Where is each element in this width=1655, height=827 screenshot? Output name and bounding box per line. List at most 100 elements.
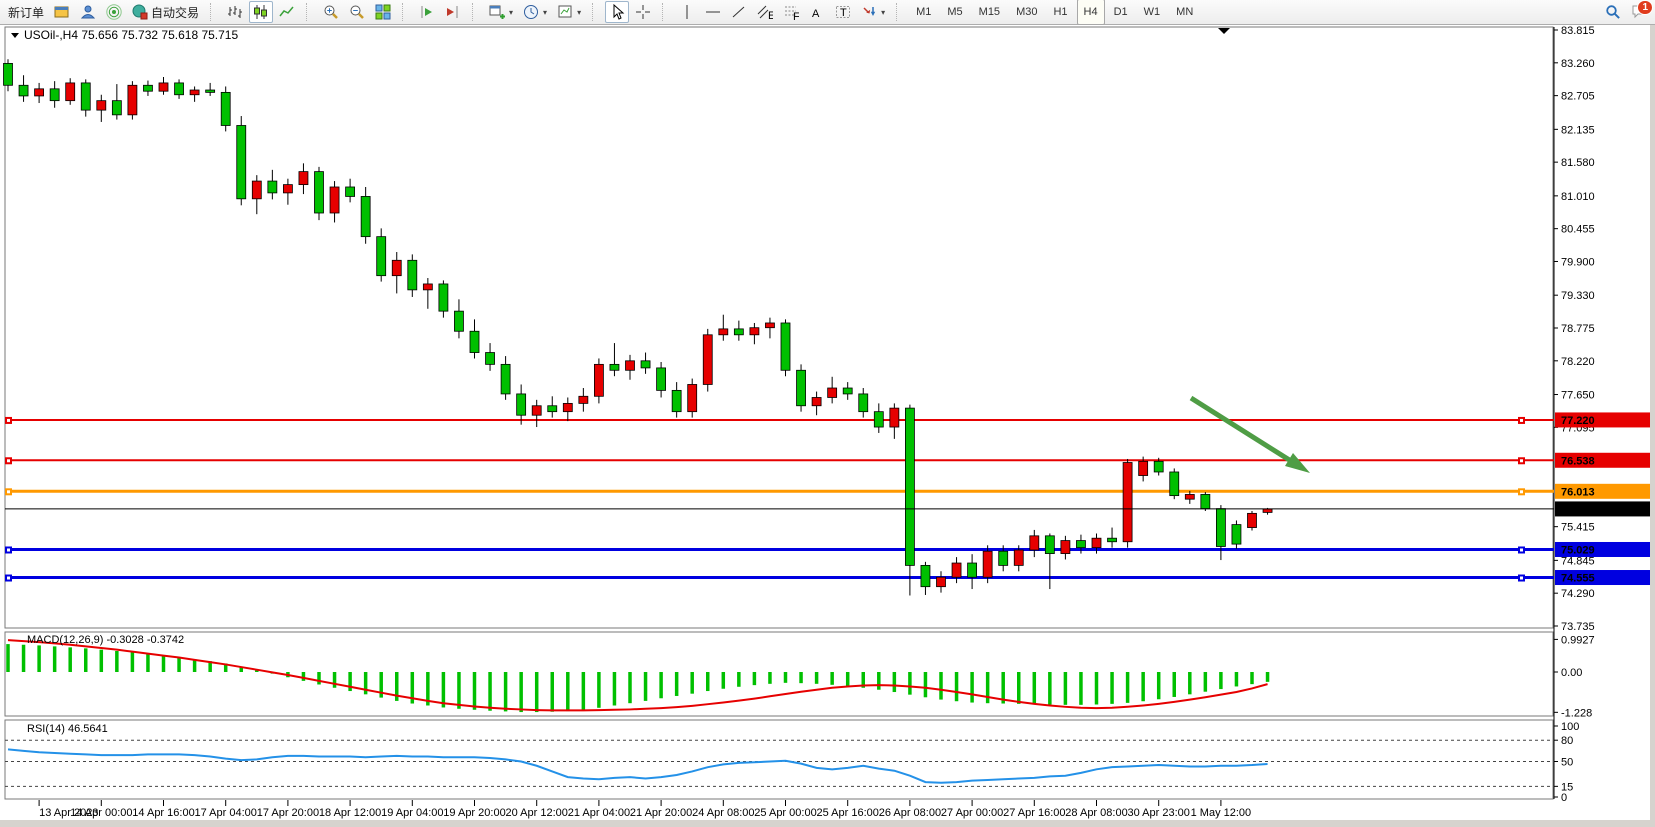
vertical-line-icon[interactable] (675, 1, 699, 23)
cursor-icon (609, 4, 625, 20)
tf-m5[interactable]: M5 (940, 0, 969, 25)
trendline-icon[interactable] (727, 1, 751, 23)
macd-panel[interactable] (5, 632, 1553, 716)
tf-m1[interactable]: M1 (909, 0, 938, 25)
line-anchor-center (7, 490, 10, 493)
search-icon[interactable] (1601, 1, 1625, 23)
templates-icon[interactable]: ▾ (553, 1, 585, 23)
tf-d1[interactable]: D1 (1107, 0, 1135, 25)
candle (1076, 541, 1085, 548)
zoom-out-icon[interactable] (345, 1, 369, 23)
arrows-icon[interactable]: ▾ (857, 1, 889, 23)
tf-mn[interactable]: MN (1169, 0, 1200, 25)
candle (905, 408, 914, 565)
market-watch-icon[interactable] (76, 1, 100, 23)
candle (423, 284, 432, 290)
candle (470, 331, 479, 352)
horizontal-line-icon[interactable] (701, 1, 725, 23)
time-axis[interactable] (5, 800, 1554, 819)
notification-count-badge: 1 (1637, 0, 1653, 15)
tf-m30[interactable]: M30 (1009, 0, 1044, 25)
auto-scroll-icon[interactable] (415, 1, 439, 23)
candle (221, 92, 230, 125)
signals-icon[interactable] (102, 1, 126, 23)
candle (812, 397, 821, 405)
toolbar-separator (472, 3, 480, 21)
candle (1248, 513, 1257, 527)
candle (97, 101, 106, 110)
tf-h4[interactable]: H4 (1077, 0, 1105, 25)
cursor-icon[interactable] (605, 1, 629, 23)
dropdown-caret-icon[interactable]: ▾ (577, 8, 581, 17)
line-anchor-center (7, 419, 10, 422)
candle (563, 403, 572, 411)
tf-m15[interactable]: M15 (972, 0, 1007, 25)
charts-icon[interactable] (50, 1, 74, 23)
auto-trading-button-label: 自动交易 (151, 4, 199, 21)
bar-chart-icon[interactable] (223, 1, 247, 23)
tf-m15-label: M15 (979, 6, 1000, 18)
new-order-button[interactable]: 新订单 (4, 1, 48, 23)
candle (874, 412, 883, 427)
candle (237, 125, 246, 198)
tf-w1[interactable]: W1 (1137, 0, 1168, 25)
candle (159, 83, 168, 91)
tf-d1-label: D1 (1114, 6, 1128, 18)
period-icon[interactable]: ▾ (519, 1, 551, 23)
toolbar-separator (306, 3, 314, 21)
candle (517, 394, 526, 415)
tf-h1[interactable]: H1 (1046, 0, 1074, 25)
line-chart-icon (279, 4, 295, 20)
candle (4, 63, 13, 85)
autotrade-icon (132, 4, 148, 20)
dropdown-caret-icon[interactable]: ▾ (881, 8, 885, 17)
trendline-icon (731, 4, 747, 20)
toolbar: 新订单 自动交易 ▾ ▾ ▾ EFA T ▾ M1 M5 M15 M30 H1 H4 D1 W1 MN 1 (0, 0, 1655, 25)
text-icon: A (809, 4, 825, 20)
notifications-icon[interactable]: 1 (1627, 1, 1651, 23)
dropdown-caret-icon[interactable]: ▾ (543, 8, 547, 17)
toolbar-separator (592, 3, 600, 21)
candle (486, 353, 495, 365)
tile-windows-icon[interactable] (371, 1, 395, 23)
tf-m5-label: M5 (947, 6, 962, 18)
line-anchor-center (7, 548, 10, 551)
candlestick-chart-icon[interactable] (249, 1, 273, 23)
fibonacci-icon[interactable]: F (779, 1, 803, 23)
price-axis[interactable] (1554, 27, 1650, 799)
line-chart-icon[interactable] (275, 1, 299, 23)
candle (890, 408, 899, 427)
notifications-icon: 1 (1631, 4, 1647, 20)
candle (392, 260, 401, 275)
market-watch-icon (80, 4, 96, 20)
candle (35, 89, 44, 96)
line-anchor-center (7, 577, 10, 580)
text-label-icon[interactable]: T (831, 1, 855, 23)
dropdown-caret-icon[interactable]: ▾ (509, 8, 513, 17)
candle (206, 90, 215, 92)
candle (268, 181, 277, 193)
auto-trading-button[interactable]: 自动交易 (128, 1, 203, 23)
zoom-in-icon[interactable] (319, 1, 343, 23)
signals-icon (106, 4, 122, 20)
candle (330, 187, 339, 213)
new-chart-icon[interactable]: ▾ (485, 1, 517, 23)
candle (377, 237, 386, 276)
svg-text:T: T (840, 7, 847, 19)
chart-shift-icon[interactable] (441, 1, 465, 23)
candle (1108, 538, 1117, 542)
candle (594, 364, 603, 396)
candle (983, 551, 992, 577)
tf-h1-label: H1 (1053, 6, 1067, 18)
candle (1154, 461, 1163, 472)
horizontal-line-icon (705, 4, 721, 20)
crosshair-icon[interactable] (631, 1, 655, 23)
tf-w1-label: W1 (1144, 6, 1161, 18)
fibonacci-icon: F (783, 4, 799, 20)
main-chart-panel[interactable] (5, 27, 1553, 628)
channel-icon[interactable]: E (753, 1, 777, 23)
candle (1185, 494, 1194, 499)
text-icon[interactable]: A (805, 1, 829, 23)
candle (143, 85, 152, 91)
candle (299, 172, 308, 185)
